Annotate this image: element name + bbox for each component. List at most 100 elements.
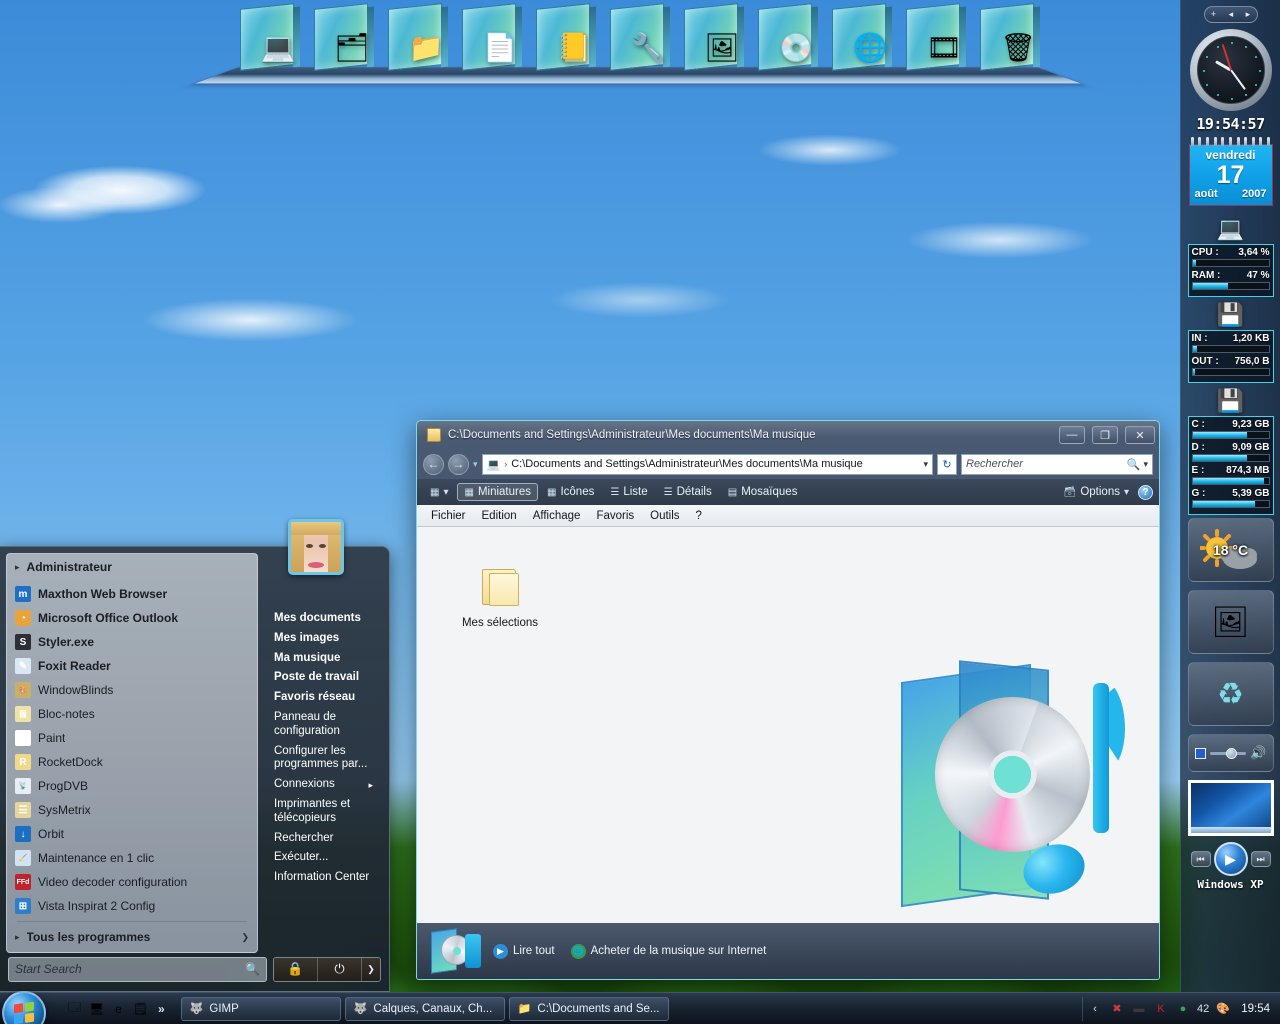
photo-gallery-gadget[interactable]: 🖼: [1187, 590, 1274, 655]
menu-item-3[interactable]: Favoris: [588, 508, 642, 524]
start-menu-item-0[interactable]: m Maxthon Web Browser: [7, 582, 257, 606]
dock-item-1[interactable]: 🗂: [308, 0, 380, 78]
play-button[interactable]: ▶: [1213, 842, 1248, 877]
view-mode-liste[interactable]: ☰ Liste: [603, 483, 654, 501]
chevron-down-icon[interactable]: ▾: [1143, 459, 1148, 470]
volume-gadget[interactable]: 🔊: [1187, 734, 1274, 773]
status-link-group[interactable]: ▶ Lire tout 🌐 Acheter de la musique sur Int…: [493, 943, 766, 959]
start-menu-place-10[interactable]: Exécuter...: [270, 848, 377, 868]
start-menu-item-3[interactable]: ✎ Foxit Reader: [7, 654, 257, 678]
start-menu-item-6[interactable]: 🖌 Paint: [7, 726, 257, 750]
back-button[interactable]: ←: [423, 453, 444, 475]
start-menu-place-5[interactable]: Panneau de configuration: [270, 708, 377, 742]
start-menu-item-9[interactable]: ☰ SysMetrix: [7, 798, 257, 822]
status-link-0[interactable]: ▶ Lire tout: [493, 943, 555, 959]
start-menu-place-3[interactable]: Poste de travail: [270, 668, 377, 688]
weather-gadget[interactable]: 18 °C: [1187, 518, 1274, 583]
quick-launch-more-button[interactable]: »: [154, 1002, 169, 1016]
start-menu-place-7[interactable]: Connexions ▸: [270, 775, 377, 795]
program-list[interactable]: m Maxthon Web Browser ◔ Microsoft Office Ou…: [7, 582, 257, 918]
taskbar-clock[interactable]: 19:54: [1237, 1003, 1270, 1015]
volume-slider[interactable]: [1209, 747, 1247, 759]
history-dropdown-icon[interactable]: ▾: [473, 459, 478, 470]
menu-item-5[interactable]: ?: [688, 508, 710, 524]
menu-item-2[interactable]: Affichage: [525, 508, 589, 524]
start-menu-place-11[interactable]: Information Center: [270, 868, 377, 888]
sidebar-next-button[interactable]: ▸: [1246, 10, 1251, 19]
show-desktop-icon[interactable]: 🗔: [66, 1000, 83, 1017]
avatar[interactable]: [288, 519, 344, 575]
start-menu-place-8[interactable]: Imprimantes et télécopieurs: [270, 795, 377, 829]
refresh-button[interactable]: ↻: [937, 453, 957, 475]
dock-item-9[interactable]: 🎞: [900, 0, 972, 78]
paint-tray-icon[interactable]: 🎨: [1215, 1001, 1231, 1017]
view-mode-group[interactable]: ▦ Miniatures ▦ Icônes ☰ Liste ☰ Détails ▤ Mosaïqu…: [457, 483, 804, 501]
start-menu-place-2[interactable]: Ma musique: [270, 649, 377, 669]
search-input[interactable]: Rechercher 🔍 ▾: [961, 453, 1153, 475]
view-mode-icônes[interactable]: ▦ Icônes: [540, 483, 601, 501]
start-menu-place-0[interactable]: Mes documents: [270, 609, 377, 629]
status-bar[interactable]: ▶ Lire tout 🌐 Acheter de la musique sur Int…: [417, 923, 1159, 979]
notepad-icon[interactable]: 🗒: [132, 1000, 149, 1017]
menu-item-4[interactable]: Outils: [642, 508, 687, 524]
all-programs-button[interactable]: ▸ Tous les programmes ❯: [7, 925, 257, 949]
dock-item-4[interactable]: 📒: [530, 0, 602, 78]
dock-item-7[interactable]: 💿: [752, 0, 824, 78]
start-search-input[interactable]: Start Search 🔍: [8, 956, 267, 982]
system-tray[interactable]: ‹ ✖ ▬ K ● 42 🎨 19:54: [1081, 996, 1278, 1021]
start-menu-place-9[interactable]: Rechercher: [270, 829, 377, 849]
previous-track-button[interactable]: ⏮: [1190, 851, 1211, 868]
start-menu-user-item[interactable]: ▸ Administrateur: [7, 558, 257, 576]
recycle-bin-gadget[interactable]: ♻: [1187, 662, 1274, 727]
kaspersky-icon[interactable]: K: [1153, 1001, 1169, 1017]
dock-item-5[interactable]: 🔧: [604, 0, 676, 78]
task-button-2[interactable]: 📁 C:\Documents and Se...: [508, 996, 669, 1021]
view-mode-détails[interactable]: ☰ Détails: [657, 483, 719, 501]
explorer-window[interactable]: C:\Documents and Settings\Administrateur…: [416, 420, 1160, 980]
power-controls[interactable]: 🔒 ⏻ ❯: [273, 956, 381, 982]
organize-button[interactable]: ▦ ▾: [423, 484, 455, 501]
dock-item-8[interactable]: 🌐: [826, 0, 898, 78]
menu-item-1[interactable]: Edition: [474, 508, 525, 524]
start-menu-item-2[interactable]: S Styler.exe: [7, 630, 257, 654]
start-menu-item-13[interactable]: ⊞ Vista Inspirat 2 Config: [7, 894, 257, 918]
navigation-bar[interactable]: ← → ▾ 💻 › C:\Documents and Settings\Admi…: [417, 449, 1159, 479]
start-menu-place-1[interactable]: Mes images: [270, 629, 377, 649]
sidebar-controls[interactable]: + ◂ ▸: [1203, 6, 1258, 23]
view-mode-mosaïques[interactable]: ▤ Mosaïques: [721, 483, 805, 501]
address-bar[interactable]: 💻 › C:\Documents and Settings\Administra…: [481, 453, 933, 475]
close-button[interactable]: ✕: [1125, 426, 1155, 444]
start-button[interactable]: [2, 990, 46, 1024]
media-preview-gadget[interactable]: [1187, 780, 1274, 837]
dock-item-6[interactable]: 🖼: [678, 0, 750, 78]
dock-item-10[interactable]: 🗑: [974, 0, 1046, 78]
file-list-pane[interactable]: Mes sélections: [417, 527, 1159, 923]
start-menu-programs[interactable]: ▸ Administrateur m Maxthon Web Browser ◔ Mi…: [6, 553, 258, 953]
power-button[interactable]: ⏻: [318, 957, 362, 981]
volume-knob[interactable]: [1225, 747, 1237, 759]
next-track-button[interactable]: ⏭: [1250, 851, 1271, 868]
sidebar-prev-button[interactable]: ◂: [1229, 10, 1234, 19]
sidebar-add-button[interactable]: +: [1211, 10, 1216, 19]
start-menu-item-4[interactable]: 🎨 WindowBlinds: [7, 678, 257, 702]
options-button[interactable]: 🗃 Options ▾: [1057, 483, 1136, 501]
chevron-down-icon[interactable]: ▾: [923, 459, 928, 470]
all-programs-section[interactable]: ▸ Tous les programmes ❯: [7, 918, 257, 949]
start-menu-place-4[interactable]: Favoris réseau: [270, 688, 377, 708]
antivirus-shield-icon[interactable]: ●: [1175, 1001, 1191, 1017]
list-item[interactable]: Mes sélections: [445, 567, 555, 629]
help-button[interactable]: ?: [1138, 484, 1153, 500]
start-menu-place-6[interactable]: Configurer les programmes par...: [270, 742, 377, 776]
task-button-1[interactable]: 🐺 Calques, Canaux, Ch...: [344, 996, 505, 1021]
desktop-sidebar[interactable]: + ◂ ▸ 19:54:57 vendredi 17 août 2007 💻 C…: [1180, 0, 1280, 992]
start-menu-places[interactable]: Mes documents Mes images Ma musique Poste d…: [262, 553, 383, 953]
forward-button[interactable]: →: [448, 453, 469, 475]
dock-item-0[interactable]: 💻: [234, 0, 306, 78]
view-mode-miniatures[interactable]: ▦ Miniatures: [457, 483, 538, 501]
media-transport-controls[interactable]: ⏮ ▶ ⏭: [1190, 842, 1271, 877]
minimize-button[interactable]: —: [1059, 426, 1085, 444]
safely-remove-hardware-icon[interactable]: ✖: [1109, 1001, 1125, 1017]
search-icon[interactable]: 🔍: [245, 962, 260, 976]
mute-button[interactable]: [1194, 747, 1206, 759]
window-title-bar[interactable]: C:\Documents and Settings\Administrateur…: [417, 421, 1159, 449]
